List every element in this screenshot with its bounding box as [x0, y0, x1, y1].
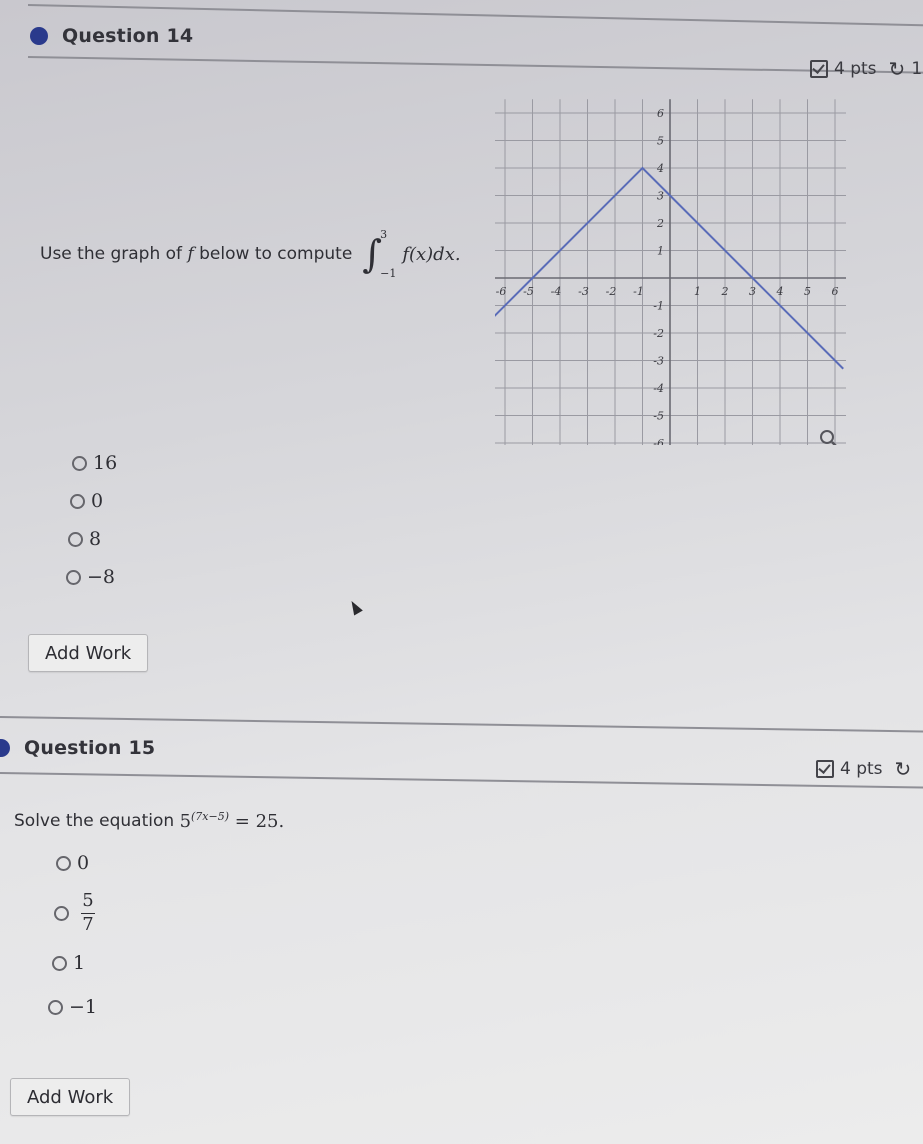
option-neg-1[interactable]: −1	[48, 988, 97, 1026]
prompt-text: Use the graph of	[40, 244, 183, 264]
integral-upper-limit: 3	[380, 228, 388, 241]
divider-q15-top	[0, 716, 923, 733]
question-title: Question 15	[24, 737, 156, 759]
radio-button[interactable]	[48, 999, 63, 1015]
y-tick-label: -1	[653, 300, 664, 313]
points-suffix: 1	[911, 59, 923, 79]
option-neg-8[interactable]: −8	[66, 558, 117, 596]
y-tick-label: -5	[653, 410, 664, 423]
x-tick-label: 3	[749, 285, 756, 298]
option-0[interactable]: 0	[70, 482, 117, 520]
equation-exponent: (7x−5)	[191, 810, 230, 823]
fraction-numerator: 5	[82, 889, 94, 911]
x-tick-label: 1	[694, 285, 701, 298]
radio-button[interactable]	[56, 855, 71, 871]
x-tick-label: 5	[804, 285, 811, 298]
y-tick-label: 3	[657, 190, 664, 203]
points-label: 4 pts	[834, 59, 877, 79]
divider-q15-header	[0, 772, 923, 789]
points-label: 4 pts	[840, 759, 883, 779]
question-15-header: Question 15	[0, 737, 155, 759]
equation: 5(7x−5) = 25.	[180, 810, 285, 832]
integral-expression: ∫ 3 −1 f(x)dx.	[362, 228, 460, 280]
function-line	[495, 166, 844, 370]
function-symbol: f	[187, 244, 194, 264]
option-16[interactable]: 16	[72, 444, 117, 482]
x-tick-label: -6	[496, 285, 507, 298]
divider-top	[27, 4, 923, 27]
redo-icon[interactable]: ↻	[889, 57, 906, 81]
y-tick-label: 5	[657, 135, 664, 148]
x-tick-label: -1	[633, 285, 644, 298]
question-15-prompt: Solve the equation 5(7x−5) = 25.	[14, 810, 284, 832]
y-tick-label: 1	[657, 245, 664, 258]
checkbox-edit-icon	[816, 760, 834, 778]
mouse-cursor	[347, 598, 363, 616]
x-tick-label: -2	[606, 285, 617, 298]
y-tick-label: -2	[653, 327, 664, 340]
redo-icon[interactable]: ↻	[895, 757, 912, 781]
y-tick-label: -3	[653, 355, 664, 368]
function-graph: -6 -5 -4 -3 -2 -1 1 2 3 4 5 6654321-1-2-3-4-5-6	[495, 99, 846, 445]
question-status-dot	[30, 27, 48, 45]
radio-button[interactable]	[70, 493, 85, 509]
equation-base: 5	[179, 811, 192, 832]
radio-button[interactable]	[54, 905, 69, 921]
equation-rhs: = 25.	[234, 811, 285, 832]
add-work-button[interactable]: Add Work	[10, 1078, 131, 1116]
question-15-points: 4 pts ↻	[816, 757, 911, 781]
add-work-button[interactable]: Add Work	[28, 634, 149, 672]
option-8[interactable]: 8	[68, 520, 117, 558]
option-1[interactable]: 1	[52, 944, 97, 982]
y-tick-label: 6	[657, 107, 664, 120]
prompt-text-mid: below to compute	[199, 244, 353, 264]
prompt-text: Solve the equation	[14, 811, 175, 831]
question-14-header: Question 14	[30, 25, 193, 47]
option-0[interactable]: 0	[56, 844, 97, 882]
x-tick-label: 4	[776, 285, 784, 298]
option-5-over-7[interactable]: 5 7	[54, 882, 97, 944]
integral-lower-limit: −1	[380, 267, 397, 280]
question-14-options: 16 0 8 −8	[66, 444, 117, 596]
radio-button[interactable]	[52, 955, 67, 971]
question-title: Question 14	[62, 25, 194, 47]
radio-button[interactable]	[66, 569, 81, 585]
radio-button[interactable]	[68, 531, 83, 547]
y-tick-label: 2	[656, 217, 664, 230]
question-14-points: 4 pts ↻ 1	[810, 57, 922, 81]
x-tick-label: 2	[721, 285, 729, 298]
fraction: 5 7	[81, 889, 95, 935]
radio-button[interactable]	[72, 455, 87, 471]
question-status-dot	[0, 739, 10, 757]
x-tick-label: -3	[578, 285, 589, 298]
integrand: f(x)dx.	[402, 243, 461, 265]
checkbox-edit-icon	[810, 60, 828, 78]
y-tick-label: -6	[653, 437, 664, 445]
y-tick-label: -4	[653, 382, 664, 395]
x-tick-label: 6	[832, 285, 839, 298]
fraction-denominator: 7	[82, 913, 94, 935]
divider-q14-header	[27, 56, 923, 74]
y-tick-label: 4	[656, 162, 664, 175]
x-tick-label: -4	[551, 285, 562, 298]
question-14-prompt: Use the graph of f below to compute ∫ 3 …	[40, 228, 461, 280]
question-15-options: 0 5 7 1 −1	[48, 844, 97, 1026]
